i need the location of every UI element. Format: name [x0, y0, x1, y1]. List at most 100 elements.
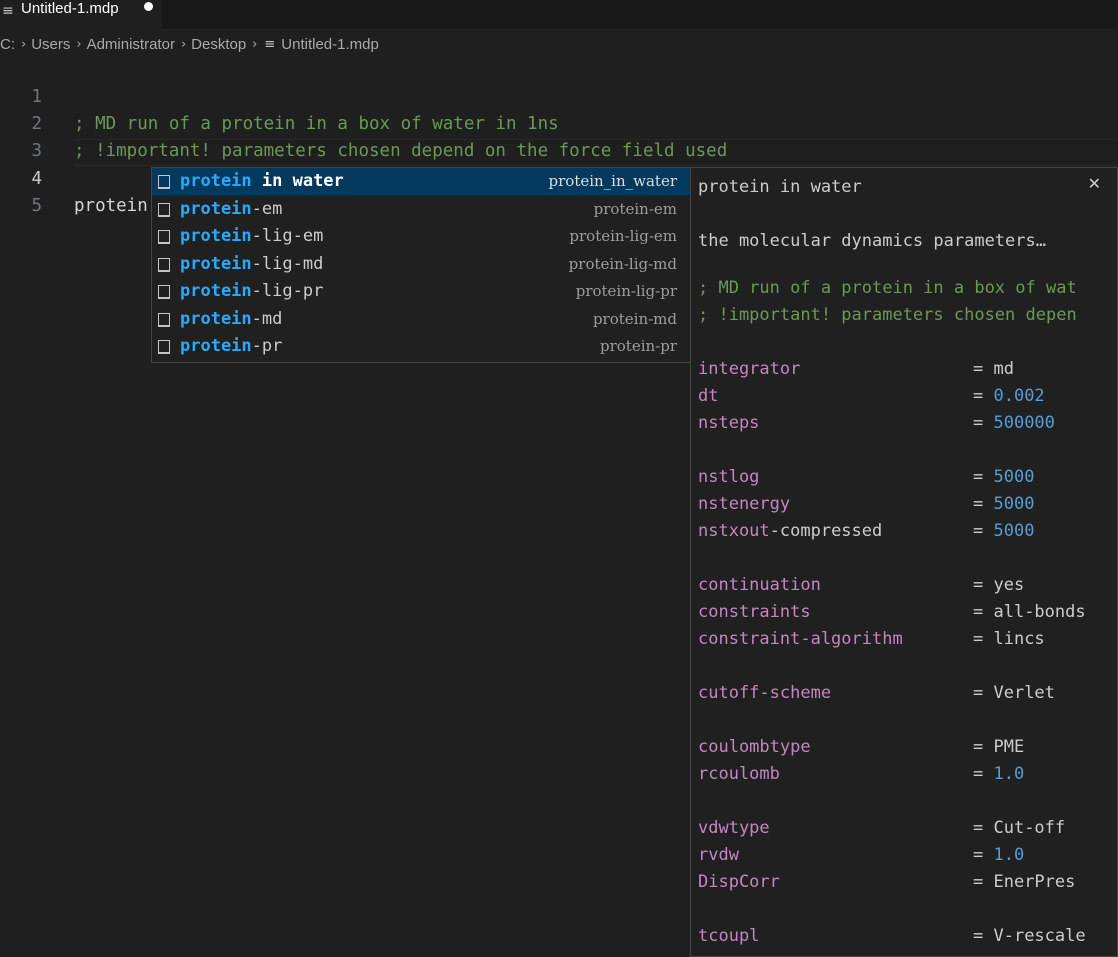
- details-comment: ; !important! parameters chosen depen: [698, 305, 1077, 325]
- tab-title: Untitled-1.mdp: [21, 0, 119, 17]
- suggestion-details-panel[interactable]: ✕ protein in water the molecular dynamic…: [690, 167, 1118, 957]
- details-title: protein in water: [698, 177, 862, 197]
- parameter-value: 0.002: [993, 386, 1045, 406]
- parameter-line: constraint-algorithm = lincs: [698, 626, 1045, 653]
- editor-line[interactable]: 1 ; MD run of a protein in a box of wate…: [0, 57, 1118, 134]
- suggestion-label: protein-lig-md: [180, 251, 323, 278]
- parameter-equals: =: [973, 602, 994, 622]
- suggestion-detail: protein-lig-pr: [575, 282, 677, 300]
- parameter-key: dt: [698, 386, 719, 406]
- details-description: the molecular dynamics parameters…: [698, 231, 1046, 251]
- breadcrumb-desktop[interactable]: Desktop: [191, 36, 246, 53]
- parameter-value: Cut-off: [993, 818, 1066, 838]
- parameter-line: nstlog = 5000: [698, 464, 1034, 491]
- parameter-value: PME: [993, 737, 1025, 757]
- parameter-equals: =: [973, 683, 994, 703]
- parameter-value: md: [993, 359, 1014, 379]
- parameter-equals: =: [973, 575, 994, 595]
- suggestion-rest: -lig-em: [251, 226, 324, 246]
- parameter-key: nstlog: [698, 467, 760, 487]
- snippet-icon: [158, 202, 170, 217]
- parameter-key: constraint-algorithm: [698, 629, 903, 649]
- breadcrumb-drive[interactable]: C:: [0, 36, 15, 53]
- suggestion-rest: in water: [251, 171, 344, 191]
- parameter-line: rvdw = 1.0: [698, 842, 1024, 869]
- parameter-line: nsteps = 500000: [698, 410, 1055, 437]
- suggestion-item[interactable]: protein-em protein-em: [152, 196, 690, 223]
- suggestion-item[interactable]: protein-lig-md protein-lig-md: [152, 251, 690, 278]
- suggestion-label: protein-pr: [180, 333, 282, 360]
- breadcrumb-administrator[interactable]: Administrator: [87, 36, 175, 53]
- parameter-line: dt = 0.002: [698, 383, 1045, 410]
- parameter-equals: =: [973, 926, 994, 946]
- suggestion-label: protein in water: [180, 168, 344, 195]
- editor-line[interactable]: 2 ; !important! parameters chosen depend…: [0, 84, 1118, 161]
- parameter-key: nsteps: [698, 413, 760, 433]
- suggestion-detail: protein-md: [592, 309, 677, 328]
- parameter-value: 5000: [993, 521, 1035, 541]
- parameter-value: all-bonds: [993, 602, 1086, 622]
- suggestion-rest: -em: [251, 198, 283, 219]
- parameter-equals: =: [973, 872, 994, 892]
- suggestion-match: protein: [180, 281, 252, 301]
- snippet-icon: [158, 285, 170, 299]
- parameter-equals: =: [973, 629, 994, 649]
- suggestion-item[interactable]: protein-lig-em protein-lig-em: [152, 223, 690, 250]
- editor-tab[interactable]: ≡ Untitled-1.mdp: [0, 0, 162, 29]
- breadcrumb: C: › Users › Administrator › Desktop › ≡…: [0, 33, 379, 55]
- parameter-key: continuation: [698, 575, 821, 595]
- parameter-equals: =: [973, 764, 994, 784]
- parameter-line: rcoulomb = 1.0: [698, 761, 1024, 788]
- parameter-line: tcoupl = V-rescale: [698, 923, 1086, 950]
- unsaved-dot-icon[interactable]: [144, 2, 153, 11]
- editor-line[interactable]: 3: [0, 111, 1118, 161]
- parameter-value: 1.0: [993, 764, 1025, 784]
- suggestion-detail: protein-em: [593, 199, 677, 218]
- parameter-key: cutoff-scheme: [698, 683, 832, 703]
- suggestion-item[interactable]: protein-lig-pr protein-lig-pr: [152, 278, 690, 305]
- suggestion-match: protein: [180, 198, 252, 219]
- snippet-icon: [158, 175, 170, 189]
- line-number: 5: [31, 196, 42, 216]
- breadcrumb-file[interactable]: Untitled-1.mdp: [281, 36, 379, 53]
- parameter-key: nstxout-compressed: [698, 521, 883, 541]
- chevron-right-icon: ›: [21, 36, 27, 52]
- chevron-right-icon: ›: [180, 36, 187, 52]
- close-icon[interactable]: ✕: [1088, 174, 1101, 193]
- parameter-equals: =: [973, 818, 994, 838]
- parameter-value: 500000: [993, 413, 1055, 433]
- parameter-line: constraints = all-bonds: [698, 599, 1086, 626]
- parameter-line: DispCorr = EnerPres: [698, 869, 1075, 896]
- parameter-line: integrator = md: [698, 356, 1014, 383]
- suggestion-detail: protein-lig-md: [568, 254, 677, 273]
- suggestion-item[interactable]: protein-pr protein-pr: [152, 333, 690, 360]
- parameter-value: V-rescale: [993, 926, 1086, 946]
- line-text: protein: [74, 196, 148, 216]
- parameter-key: integrator: [698, 359, 801, 379]
- parameter-value: yes: [993, 575, 1025, 595]
- editor-line-active[interactable]: 4 protein: [0, 139, 1118, 216]
- suggestion-match: protein: [180, 226, 252, 246]
- chevron-right-icon: ›: [76, 36, 82, 52]
- parameter-line: vdwtype = Cut-off: [698, 815, 1065, 842]
- suggestion-item[interactable]: protein-md protein-md: [152, 306, 690, 333]
- details-comment: ; MD run of a protein in a box of wat: [698, 278, 1077, 298]
- parameter-equals: =: [973, 737, 994, 757]
- suggestion-label: protein-md: [180, 306, 282, 333]
- parameter-key: constraints: [698, 602, 811, 622]
- parameter-value: lincs: [993, 629, 1045, 649]
- parameter-equals: =: [973, 359, 994, 379]
- suggestion-match: protein: [180, 308, 252, 329]
- suggestion-item[interactable]: protein in water protein_in_water: [152, 168, 690, 195]
- parameter-key: tcoupl: [698, 926, 760, 946]
- suggestion-match: protein: [180, 336, 252, 356]
- snippet-icon: [158, 312, 170, 327]
- parameter-key: coulombtype: [698, 737, 811, 757]
- chevron-right-icon: ›: [252, 36, 258, 52]
- suggestion-label: protein-lig-em: [180, 223, 323, 250]
- parameter-line: coulombtype = PME: [698, 734, 1024, 761]
- snippet-icon: [158, 340, 170, 354]
- suggestion-detail: protein-lig-em: [569, 227, 677, 245]
- parameter-key: DispCorr: [698, 872, 780, 892]
- breadcrumb-users[interactable]: Users: [31, 36, 70, 53]
